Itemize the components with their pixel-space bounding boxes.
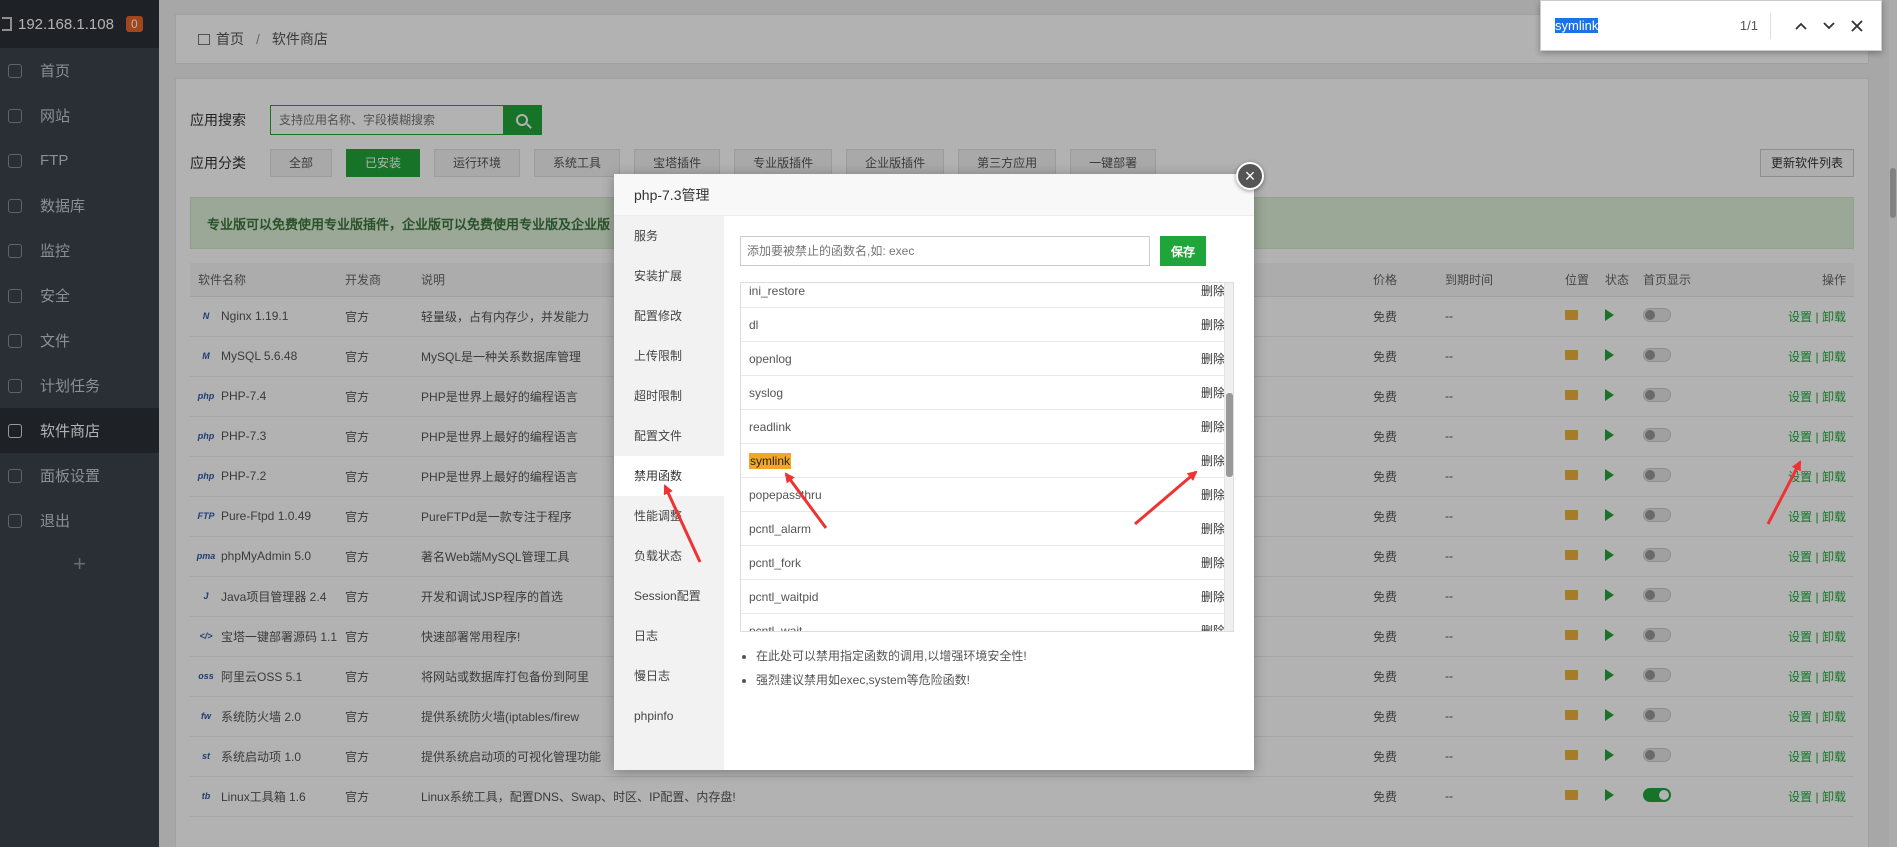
function-row: openlog 删除 <box>741 342 1233 376</box>
function-row: syslog 删除 <box>741 376 1233 410</box>
tip-item: 在此处可以禁用指定函数的调用,以增强环境安全性! <box>756 644 1238 668</box>
chevron-down-icon[interactable] <box>1819 16 1839 36</box>
delete-button[interactable]: 删除 <box>1201 622 1225 631</box>
disabled-functions-panel: 保存 ini_restore删除dl删除openlog删除syslog删除rea… <box>724 216 1254 770</box>
function-name: openlog <box>749 351 792 366</box>
function-name-input[interactable] <box>740 236 1150 266</box>
function-name: ini_restore <box>749 283 806 298</box>
modal-close-button[interactable]: × <box>1236 162 1264 190</box>
modal-menu-item[interactable]: 慢日志 <box>614 656 724 696</box>
php-manage-modal: php-7.3管理 × 服务 安装扩展 配置修改 上传限制 超时限制 配置文件 禁用函数 性能… <box>614 162 1264 770</box>
tips-list: 在此处可以禁用指定函数的调用,以增强环境安全性!强烈建议禁用如exec,syst… <box>740 644 1238 692</box>
modal-menu-item[interactable]: 服务 <box>614 216 724 256</box>
find-count: 1/1 <box>1739 18 1758 33</box>
delete-button[interactable]: 删除 <box>1201 486 1225 503</box>
modal-menu-item[interactable]: 配置修改 <box>614 296 724 336</box>
function-name: pcntl_wait <box>749 623 803 632</box>
function-row: ini_restore 删除 <box>741 283 1233 308</box>
function-name: dl <box>749 317 759 332</box>
modal-menu-item[interactable]: phpinfo <box>614 696 724 736</box>
delete-button[interactable]: 删除 <box>1201 350 1225 367</box>
delete-button[interactable]: 删除 <box>1201 283 1225 299</box>
modal-menu-item[interactable]: 禁用函数 <box>614 456 724 496</box>
function-name: symlink <box>749 452 792 469</box>
delete-button[interactable]: 删除 <box>1201 418 1225 435</box>
function-row: pcntl_alarm 删除 <box>741 512 1233 546</box>
function-row: readlink 删除 <box>741 410 1233 444</box>
function-list: ini_restore 删除 dl 删除 openlog 删除 syslog 删除 readli… <box>740 282 1234 632</box>
chevron-up-icon[interactable] <box>1791 16 1811 36</box>
modal-menu: 服务 安装扩展 配置修改 上传限制 超时限制 配置文件 禁用函数 性能调整 负载状态 Sessio… <box>614 216 724 770</box>
tip-item: 强烈建议禁用如exec,system等危险函数! <box>756 668 1238 692</box>
function-name: pcntl_fork <box>749 555 802 570</box>
function-row: popepassthru 删除 <box>741 478 1233 512</box>
delete-button[interactable]: 删除 <box>1201 520 1225 537</box>
function-row: pcntl_wait 删除 <box>741 614 1233 632</box>
function-row: pcntl_waitpid 删除 <box>741 580 1233 614</box>
function-row: symlink 删除 <box>741 444 1233 478</box>
modal-menu-item[interactable]: Session配置 <box>614 576 724 616</box>
function-row: pcntl_fork 删除 <box>741 546 1233 580</box>
delete-button[interactable]: 删除 <box>1201 452 1225 469</box>
modal-menu-item[interactable]: 上传限制 <box>614 336 724 376</box>
function-row: dl 删除 <box>741 308 1233 342</box>
delete-button[interactable]: 删除 <box>1201 384 1225 401</box>
modal-menu-item[interactable]: 超时限制 <box>614 376 724 416</box>
modal-menu-item[interactable]: 负载状态 <box>614 536 724 576</box>
function-name: pcntl_waitpid <box>749 589 819 604</box>
find-input[interactable]: symlink <box>1555 18 1725 33</box>
function-name: syslog <box>749 385 784 400</box>
function-list-scrollbar[interactable] <box>1224 283 1233 631</box>
delete-button[interactable]: 删除 <box>1201 588 1225 605</box>
find-bar: symlink 1/1 <box>1540 0 1882 51</box>
function-name: popepassthru <box>749 487 822 502</box>
delete-button[interactable]: 删除 <box>1201 554 1225 571</box>
function-name: pcntl_alarm <box>749 521 812 536</box>
modal-menu-item[interactable]: 配置文件 <box>614 416 724 456</box>
function-name: readlink <box>749 419 792 434</box>
delete-button[interactable]: 删除 <box>1201 316 1225 333</box>
modal-menu-item[interactable]: 性能调整 <box>614 496 724 536</box>
save-button[interactable]: 保存 <box>1160 236 1206 266</box>
modal-title: php-7.3管理 <box>614 174 1254 216</box>
close-icon[interactable] <box>1847 16 1867 36</box>
modal-menu-item[interactable]: 日志 <box>614 616 724 656</box>
find-divider <box>1770 12 1771 39</box>
modal-menu-item[interactable]: 安装扩展 <box>614 256 724 296</box>
